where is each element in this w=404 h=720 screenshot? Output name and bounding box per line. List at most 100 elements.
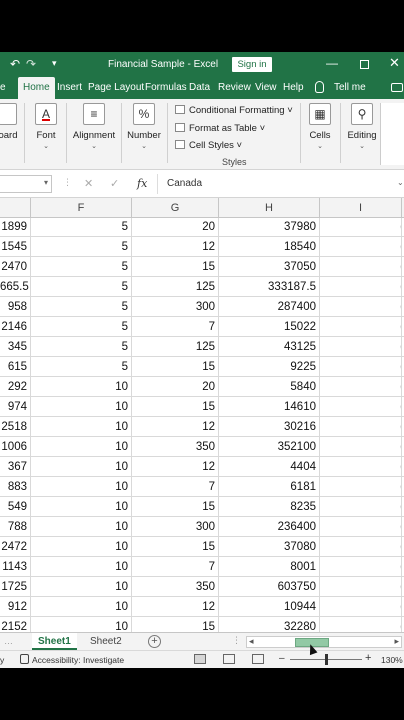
cell-g[interactable]: 350 [132,437,219,457]
redo-icon[interactable]: ↷ [26,57,36,71]
cell-h[interactable]: 8001 [219,557,320,577]
sheet-tab-sheet1[interactable]: Sheet1 [32,633,77,650]
cancel-icon[interactable]: ✕ [84,177,93,190]
normal-view-icon[interactable] [194,654,206,664]
formula-input[interactable]: Canada [167,178,202,189]
cell-g[interactable]: 12 [132,597,219,617]
name-box[interactable]: ▾ [0,175,52,193]
cell-g[interactable]: 20 [132,218,219,237]
cell-e[interactable]: 665.5 [0,277,31,297]
font-group-button[interactable]: A Font ⌄ [32,103,60,150]
cell-e[interactable]: 1006 [0,437,31,457]
worksheet-grid[interactable]: 189952037980(154551218540(247051537050(6… [0,218,404,632]
cell-f[interactable]: 5 [31,237,132,257]
cell-i[interactable]: ( [320,337,402,357]
cell-i[interactable]: ( [320,397,402,417]
split-handle[interactable]: ⋮ [232,635,241,646]
cell-f[interactable]: 10 [31,617,132,632]
cell-g[interactable]: 350 [132,577,219,597]
cell-g[interactable]: 15 [132,497,219,517]
cell-e[interactable]: 549 [0,497,31,517]
cell-e[interactable]: 958 [0,297,31,317]
cell-e[interactable]: 292 [0,377,31,397]
comments-icon[interactable] [391,83,403,92]
cell-f[interactable]: 10 [31,437,132,457]
cell-h[interactable]: 8235 [219,497,320,517]
tab-view[interactable]: View [255,77,277,99]
cell-e[interactable]: 345 [0,337,31,357]
cell-g[interactable]: 15 [132,357,219,377]
horizontal-scrollbar[interactable]: ◂ ▸ [246,636,402,648]
cell-f[interactable]: 5 [31,317,132,337]
cell-i[interactable]: ( [320,477,402,497]
cell-f[interactable]: 10 [31,457,132,477]
cell-i[interactable]: ( [320,417,402,437]
sheet-tab-sheet2[interactable]: Sheet2 [84,633,128,650]
cell-h[interactable]: 37980 [219,218,320,237]
cell-e[interactable]: 1899 [0,218,31,237]
cell-i[interactable]: ( [320,297,402,317]
cell-h[interactable]: 32280 [219,617,320,632]
cell-e[interactable]: 974 [0,397,31,417]
cell-e[interactable]: 367 [0,457,31,477]
cell-g[interactable]: 300 [132,517,219,537]
cell-styles-button[interactable]: Cell Styles ˅ [175,140,242,151]
cell-f[interactable]: 5 [31,297,132,317]
cell-e[interactable]: 615 [0,357,31,377]
tab-page-layout[interactable]: Page Layout [88,77,144,99]
cell-h[interactable]: 333187.5 [219,277,320,297]
clipboard-group[interactable]: oard [0,103,22,141]
column-header-f[interactable]: F [31,198,132,218]
cell-g[interactable]: 300 [132,297,219,317]
cell-e[interactable]: 2472 [0,537,31,557]
cell-h[interactable]: 352100 [219,437,320,457]
cell-h[interactable]: 37050 [219,257,320,277]
cell-i[interactable]: ( [320,317,402,337]
cell-i[interactable]: ( [320,377,402,397]
cell-h[interactable]: 15022 [219,317,320,337]
cell-f[interactable]: 5 [31,277,132,297]
cell-i[interactable]: ( [320,218,402,237]
column-header-i[interactable]: I [320,198,402,218]
cells-group-button[interactable]: ▦ Cells ⌄ [305,103,335,150]
cell-e[interactable]: 1143 [0,557,31,577]
accessibility-icon[interactable] [20,654,29,664]
cell-h[interactable]: 14610 [219,397,320,417]
cell-f[interactable]: 5 [31,357,132,377]
cell-h[interactable]: 9225 [219,357,320,377]
cell-e[interactable]: 2470 [0,257,31,277]
cell-h[interactable]: 236400 [219,517,320,537]
tab-review[interactable]: Review [218,77,251,99]
number-group-button[interactable]: % Number ⌄ [125,103,163,150]
cell-i[interactable]: ( [320,437,402,457]
cell-e[interactable]: 1545 [0,237,31,257]
cell-g[interactable]: 12 [132,457,219,477]
cell-e[interactable]: 1725 [0,577,31,597]
maximize-icon[interactable] [360,60,369,69]
cell-h[interactable]: 37080 [219,537,320,557]
cell-i[interactable]: ( [320,277,402,297]
column-header-e[interactable] [0,198,31,218]
cell-f[interactable]: 10 [31,517,132,537]
editing-group-button[interactable]: ⚲ Editing ⌄ [346,103,378,150]
cell-f[interactable]: 10 [31,577,132,597]
cell-h[interactable]: 603750 [219,577,320,597]
cell-g[interactable]: 15 [132,537,219,557]
cell-h[interactable]: 18540 [219,237,320,257]
minimize-icon[interactable]: — [326,56,338,70]
column-header-g[interactable]: G [132,198,219,218]
cell-e[interactable]: 912 [0,597,31,617]
cell-f[interactable]: 10 [31,477,132,497]
cell-h[interactable]: 5840 [219,377,320,397]
cell-i[interactable]: ( [320,537,402,557]
zoom-out-button[interactable]: – [279,653,285,664]
cell-f[interactable]: 5 [31,337,132,357]
column-header-h[interactable]: H [219,198,320,218]
cell-h[interactable]: 6181 [219,477,320,497]
cell-f[interactable]: 5 [31,218,132,237]
sign-in-button[interactable]: Sign in [232,57,272,72]
add-sheet-button[interactable]: + [148,635,161,648]
scroll-left-icon[interactable]: ◂ [249,636,254,647]
cell-e[interactable]: 883 [0,477,31,497]
cell-i[interactable]: ( [320,497,402,517]
